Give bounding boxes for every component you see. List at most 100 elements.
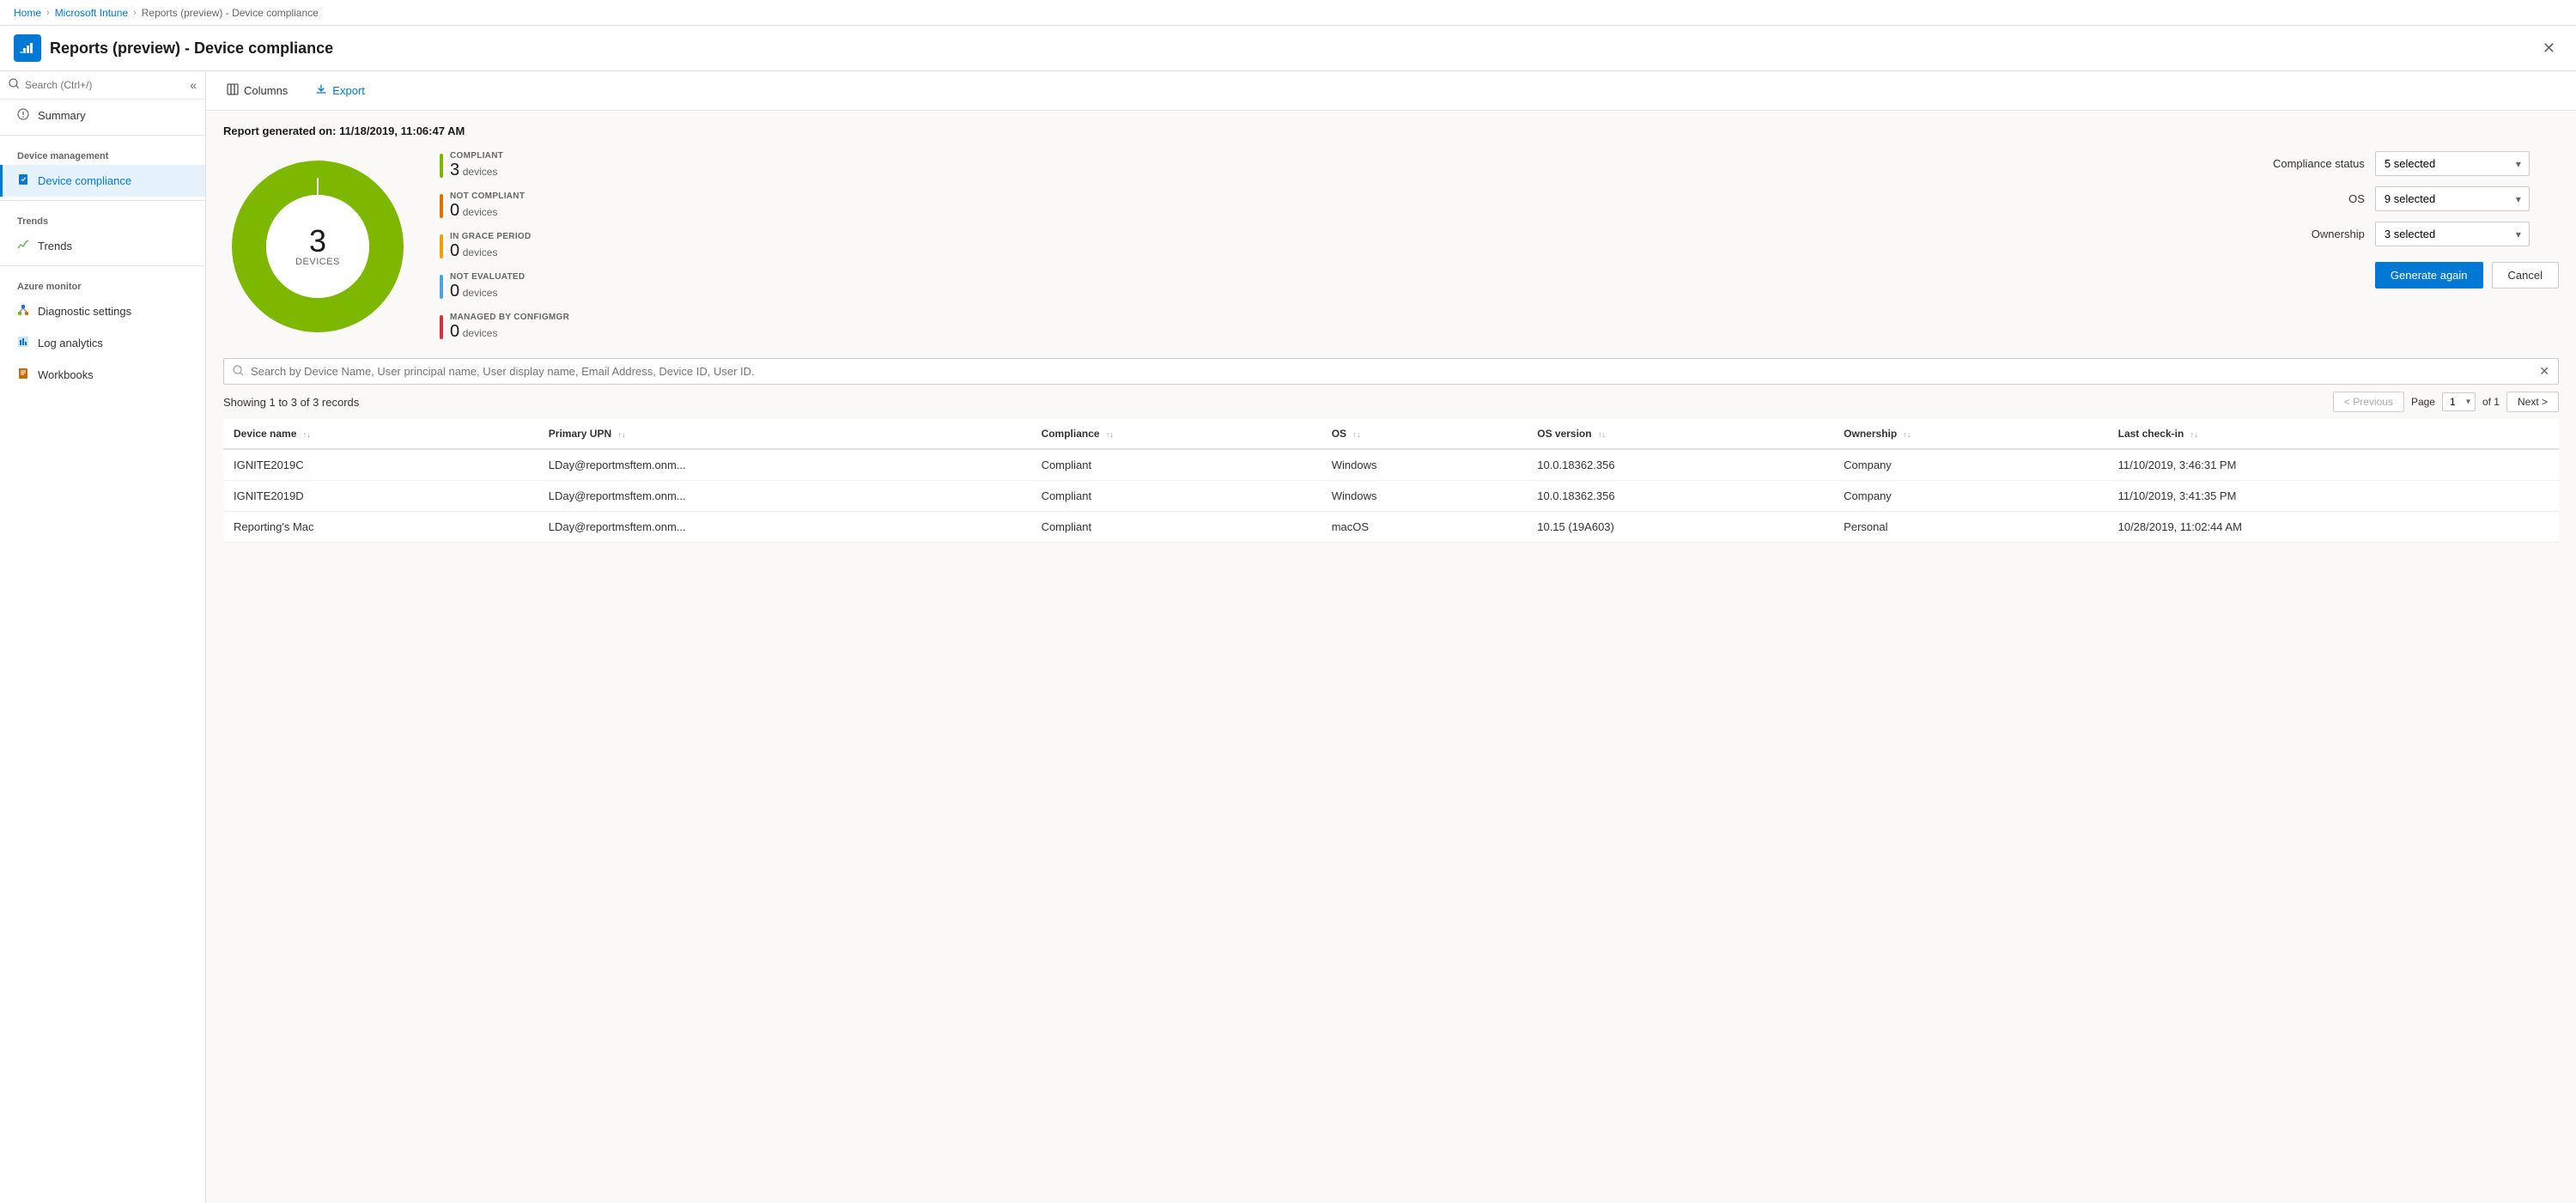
- filters-area: Compliance status 5 selected OS: [2262, 151, 2559, 289]
- cell-os-version-1: 10.0.18362.356: [1527, 481, 1833, 512]
- ownership-label: Ownership: [2262, 228, 2365, 240]
- col-label-ownership: Ownership: [1844, 428, 1897, 440]
- legend-item-grace-period: IN GRACE PERIOD 0 devices: [440, 232, 569, 260]
- cell-primary-upn-2: LDay@reportmsftem.onm...: [538, 512, 1031, 543]
- close-button[interactable]: ✕: [2536, 36, 2562, 61]
- content-area: « Summary Device management Device compl…: [0, 71, 2576, 1203]
- sidebar-item-workbooks[interactable]: Workbooks: [0, 359, 205, 391]
- sidebar-section-azure-monitor: Azure monitor: [0, 270, 205, 295]
- sidebar-item-label-summary: Summary: [38, 109, 86, 122]
- sidebar-section-device-mgmt: Device management: [0, 139, 205, 165]
- sidebar-search-input[interactable]: [25, 79, 185, 91]
- legend-count-grace-period: 0: [450, 241, 459, 260]
- table-row: IGNITE2019C LDay@reportmsftem.onm... Com…: [223, 449, 2559, 481]
- filter-row-ownership: Ownership 3 selected: [2262, 222, 2559, 246]
- page-select-wrap: 1: [2442, 392, 2476, 411]
- col-os[interactable]: OS ↑↓: [1321, 419, 1528, 449]
- sidebar-item-summary[interactable]: Summary: [0, 100, 205, 131]
- cancel-button[interactable]: Cancel: [2492, 262, 2559, 289]
- sort-icons-device-name: ↑↓: [303, 430, 311, 439]
- legend-unit-compliant: devices: [463, 166, 498, 178]
- columns-button[interactable]: Columns: [220, 80, 295, 101]
- sort-icons-os-version: ↑↓: [1598, 430, 1606, 439]
- generate-again-button[interactable]: Generate again: [2375, 262, 2483, 289]
- ownership-select[interactable]: 3 selected: [2375, 222, 2530, 246]
- table-search-input[interactable]: [251, 365, 2532, 378]
- summary-icon: [17, 108, 29, 123]
- legend-count-not-evaluated: 0: [450, 282, 459, 301]
- app-shell: Reports (preview) - Device compliance ✕ …: [0, 26, 2576, 1203]
- cell-ownership-2: Personal: [1833, 512, 2107, 543]
- col-os-version[interactable]: OS version ↑↓: [1527, 419, 1833, 449]
- compliance-status-label: Compliance status: [2262, 157, 2365, 170]
- legend-category-not-compliant: NOT COMPLIANT: [450, 191, 525, 201]
- col-device-name[interactable]: Device name ↑↓: [223, 419, 538, 449]
- breadcrumb-home[interactable]: Home: [14, 7, 41, 19]
- breadcrumb-bar: Home › Microsoft Intune › Reports (previ…: [0, 0, 2576, 26]
- cell-os-1: Windows: [1321, 481, 1528, 512]
- breadcrumb-sep-2: ›: [133, 8, 137, 18]
- sidebar-item-trends[interactable]: Trends: [0, 230, 205, 262]
- of-label: of 1: [2482, 396, 2500, 408]
- sidebar-item-label-trends: Trends: [38, 240, 72, 252]
- breadcrumb-intune[interactable]: Microsoft Intune: [55, 7, 128, 19]
- search-clear-button[interactable]: ✕: [2539, 364, 2549, 379]
- columns-button-label: Columns: [244, 84, 288, 97]
- device-compliance-icon: [17, 173, 29, 188]
- compliance-status-select[interactable]: 5 selected: [2375, 151, 2530, 176]
- title-bar-left: Reports (preview) - Device compliance: [14, 34, 333, 62]
- legend-count-compliant: 3: [450, 161, 459, 179]
- legend-item-not-compliant: NOT COMPLIANT 0 devices: [440, 191, 569, 220]
- records-label: Showing 1 to 3 of 3 records: [223, 396, 359, 409]
- cell-os-2: macOS: [1321, 512, 1528, 543]
- sidebar-item-device-compliance[interactable]: Device compliance: [0, 165, 205, 197]
- search-icon: [233, 365, 244, 379]
- os-label: OS: [2262, 192, 2365, 205]
- col-primary-upn[interactable]: Primary UPN ↑↓: [538, 419, 1031, 449]
- col-label-compliance: Compliance: [1042, 428, 1100, 440]
- cell-os-0: Windows: [1321, 449, 1528, 481]
- sidebar-item-label-diagnostic-settings: Diagnostic settings: [38, 305, 131, 318]
- sidebar-search-icon: [9, 78, 20, 92]
- sidebar-divider-3: [0, 265, 205, 266]
- donut-total-label: DEVICES: [295, 257, 340, 267]
- next-button[interactable]: Next >: [2506, 392, 2559, 412]
- filter-row-os: OS 9 selected: [2262, 186, 2559, 211]
- legend-item-configmgr: MANAGED BY CONFIGMGR 0 devices: [440, 313, 569, 341]
- col-ownership[interactable]: Ownership ↑↓: [1833, 419, 2107, 449]
- col-label-os: OS: [1332, 428, 1346, 440]
- os-select[interactable]: 9 selected: [2375, 186, 2530, 211]
- cell-last-checkin-1: 11/10/2019, 3:41:35 PM: [2108, 481, 2559, 512]
- sidebar-section-trends: Trends: [0, 204, 205, 230]
- export-button[interactable]: Export: [308, 80, 372, 101]
- toolbar: Columns Export: [206, 71, 2576, 111]
- pagination: < Previous Page 1 of 1 Next >: [2333, 392, 2559, 412]
- sidebar-divider-1: [0, 135, 205, 136]
- legend-item-compliant: COMPLIANT 3 devices: [440, 151, 569, 179]
- chart-legend-container: 3 DEVICES COMPLIANT: [223, 151, 2559, 341]
- page-select[interactable]: 1: [2442, 392, 2476, 411]
- legend-category-not-evaluated: NOT EVALUATED: [450, 272, 525, 282]
- previous-button[interactable]: < Previous: [2333, 392, 2404, 412]
- cell-compliance-2: Compliant: [1031, 512, 1321, 543]
- cell-last-checkin-0: 11/10/2019, 3:46:31 PM: [2108, 449, 2559, 481]
- cell-ownership-0: Company: [1833, 449, 2107, 481]
- workbooks-icon: [17, 368, 29, 382]
- export-icon: [315, 83, 327, 98]
- breadcrumb: Home › Microsoft Intune › Reports (previ…: [14, 7, 319, 19]
- report-generated-label: Report generated on: 11/18/2019, 11:06:4…: [223, 125, 2559, 137]
- breadcrumb-sep-1: ›: [46, 8, 50, 18]
- data-table: Device name ↑↓ Primary UPN ↑↓ Compliance…: [223, 419, 2559, 543]
- col-compliance[interactable]: Compliance ↑↓: [1031, 419, 1321, 449]
- sidebar-item-label-log-analytics: Log analytics: [38, 337, 103, 349]
- sidebar-item-label-device-compliance: Device compliance: [38, 174, 131, 187]
- legend-bar-grace-period: [440, 234, 443, 258]
- legend-unit-not-compliant: devices: [463, 206, 498, 218]
- sidebar-item-log-analytics[interactable]: Log analytics: [0, 327, 205, 359]
- legend-category-compliant: COMPLIANT: [450, 151, 503, 161]
- report-body: Report generated on: 11/18/2019, 11:06:4…: [206, 111, 2576, 556]
- legend-count-not-compliant: 0: [450, 201, 459, 220]
- sidebar-item-diagnostic-settings[interactable]: Diagnostic settings: [0, 295, 205, 327]
- col-last-checkin[interactable]: Last check-in ↑↓: [2108, 419, 2559, 449]
- sidebar-collapse-button[interactable]: «: [190, 78, 197, 92]
